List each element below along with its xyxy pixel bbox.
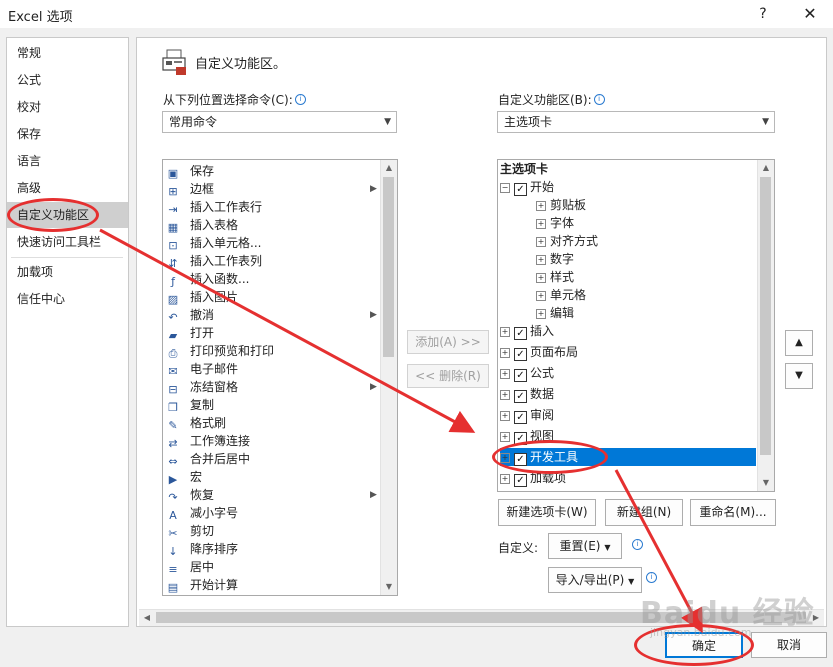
watermark-url: jingyan.baidu.com [650, 626, 752, 639]
annotation-circle-developer [492, 440, 608, 474]
annotation-circle-nav [7, 198, 99, 232]
annotation-arrows [99, 228, 703, 634]
